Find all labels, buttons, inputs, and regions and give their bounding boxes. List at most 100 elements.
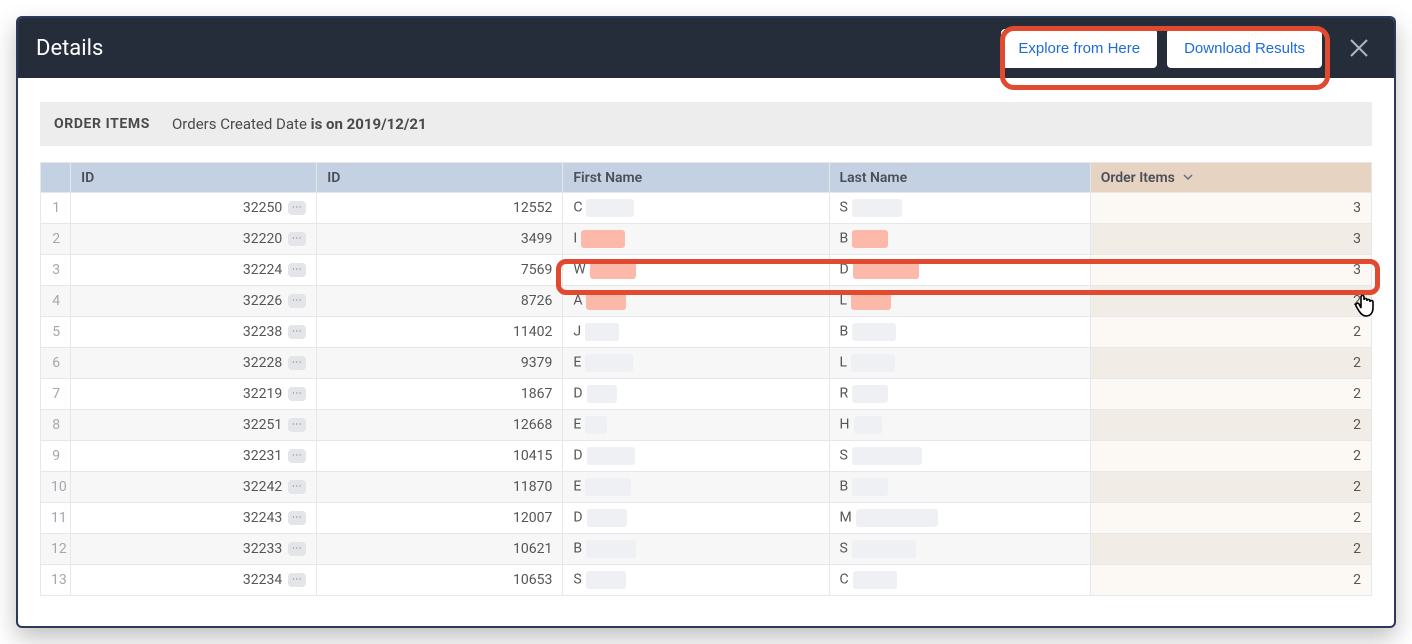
ellipsis-icon[interactable]: ⋯: [288, 418, 306, 432]
cell-last-name[interactable]: L: [829, 286, 1090, 317]
cell-id1[interactable]: 32238⋯: [71, 317, 317, 348]
cell-order-items[interactable]: 2: [1090, 441, 1371, 472]
cell-first-name[interactable]: S: [563, 565, 829, 596]
table-row[interactable]: 332224⋯7569WD3: [41, 255, 1372, 286]
ellipsis-icon[interactable]: ⋯: [288, 325, 306, 339]
col-last-name-header[interactable]: Last Name: [829, 163, 1090, 193]
cell-last-name[interactable]: S: [829, 534, 1090, 565]
ellipsis-icon[interactable]: ⋯: [288, 232, 306, 246]
ellipsis-icon[interactable]: ⋯: [288, 294, 306, 308]
cell-last-name[interactable]: L: [829, 348, 1090, 379]
cell-id2[interactable]: 12007: [317, 503, 563, 534]
cell-last-name[interactable]: M: [829, 503, 1090, 534]
ellipsis-icon[interactable]: ⋯: [288, 511, 306, 525]
cell-id1[interactable]: 32231⋯: [71, 441, 317, 472]
cell-id1[interactable]: 32220⋯: [71, 224, 317, 255]
cell-last-name[interactable]: H: [829, 410, 1090, 441]
cell-first-name[interactable]: C: [563, 193, 829, 224]
cell-order-items[interactable]: 2: [1090, 379, 1371, 410]
table-row[interactable]: 832251⋯12668EH2: [41, 410, 1372, 441]
cell-id2[interactable]: 12668: [317, 410, 563, 441]
cell-first-name[interactable]: I: [563, 224, 829, 255]
cell-id2[interactable]: 11870: [317, 472, 563, 503]
ellipsis-icon[interactable]: ⋯: [288, 449, 306, 463]
cell-last-name[interactable]: B: [829, 224, 1090, 255]
cell-id2[interactable]: 1867: [317, 379, 563, 410]
cell-order-items[interactable]: 3: [1090, 224, 1371, 255]
cell-first-name[interactable]: B: [563, 534, 829, 565]
cell-id2[interactable]: 10621: [317, 534, 563, 565]
cell-last-name[interactable]: S: [829, 193, 1090, 224]
ellipsis-icon[interactable]: ⋯: [288, 573, 306, 587]
cell-id1[interactable]: 32219⋯: [71, 379, 317, 410]
cell-id2[interactable]: 7569: [317, 255, 563, 286]
table-row[interactable]: 632228⋯9379EL2: [41, 348, 1372, 379]
ellipsis-icon[interactable]: ⋯: [288, 356, 306, 370]
cell-id2[interactable]: 12552: [317, 193, 563, 224]
cell-order-items[interactable]: 2: [1090, 286, 1371, 317]
table-row[interactable]: 1132243⋯12007DM2: [41, 503, 1372, 534]
cell-id1[interactable]: 32234⋯: [71, 565, 317, 596]
table-row[interactable]: 932231⋯10415DS2: [41, 441, 1372, 472]
cell-first-name[interactable]: E: [563, 472, 829, 503]
cell-order-items[interactable]: 2: [1090, 534, 1371, 565]
table-row[interactable]: 1032242⋯11870EB2: [41, 472, 1372, 503]
table-row[interactable]: 732219⋯1867DR2: [41, 379, 1372, 410]
table-row[interactable]: 1232233⋯10621BS2: [41, 534, 1372, 565]
ellipsis-icon[interactable]: ⋯: [288, 387, 306, 401]
row-number: 1: [41, 193, 71, 224]
cell-last-name[interactable]: B: [829, 317, 1090, 348]
col-id2-header[interactable]: ID: [317, 163, 563, 193]
explore-from-here-button[interactable]: Explore from Here: [1001, 29, 1157, 68]
cell-order-items[interactable]: 2: [1090, 317, 1371, 348]
table-row[interactable]: 132250⋯12552CS3: [41, 193, 1372, 224]
cell-order-items[interactable]: 3: [1090, 255, 1371, 286]
cell-order-items[interactable]: 2: [1090, 565, 1371, 596]
col-id1-header[interactable]: ID: [71, 163, 317, 193]
table-row[interactable]: 1332234⋯10653SC2: [41, 565, 1372, 596]
cell-id2[interactable]: 8726: [317, 286, 563, 317]
cell-order-items[interactable]: 2: [1090, 348, 1371, 379]
cell-id1[interactable]: 32251⋯: [71, 410, 317, 441]
cell-id2[interactable]: 10653: [317, 565, 563, 596]
ellipsis-icon[interactable]: ⋯: [288, 201, 306, 215]
cell-id2[interactable]: 10415: [317, 441, 563, 472]
cell-id1[interactable]: 32242⋯: [71, 472, 317, 503]
cell-first-name[interactable]: E: [563, 410, 829, 441]
cell-id2[interactable]: 3499: [317, 224, 563, 255]
cell-last-name[interactable]: B: [829, 472, 1090, 503]
cell-id1[interactable]: 32250⋯: [71, 193, 317, 224]
table-row[interactable]: 232220⋯3499IB3: [41, 224, 1372, 255]
cell-first-name[interactable]: D: [563, 503, 829, 534]
cell-id2[interactable]: 9379: [317, 348, 563, 379]
cell-id1[interactable]: 32228⋯: [71, 348, 317, 379]
cell-id1[interactable]: 32233⋯: [71, 534, 317, 565]
cell-order-items[interactable]: 2: [1090, 503, 1371, 534]
ellipsis-icon[interactable]: ⋯: [288, 480, 306, 494]
cell-last-name[interactable]: D: [829, 255, 1090, 286]
cell-first-name[interactable]: D: [563, 379, 829, 410]
cell-last-name[interactable]: C: [829, 565, 1090, 596]
ellipsis-icon[interactable]: ⋯: [288, 542, 306, 556]
cell-order-items[interactable]: 2: [1090, 410, 1371, 441]
cell-id2[interactable]: 11402: [317, 317, 563, 348]
col-first-name-header[interactable]: First Name: [563, 163, 829, 193]
cell-first-name[interactable]: D: [563, 441, 829, 472]
cell-id1[interactable]: 32224⋯: [71, 255, 317, 286]
cell-first-name[interactable]: W: [563, 255, 829, 286]
download-results-button[interactable]: Download Results: [1167, 29, 1322, 68]
cell-order-items[interactable]: 3: [1090, 193, 1371, 224]
close-button[interactable]: [1342, 31, 1376, 65]
cell-last-name[interactable]: S: [829, 441, 1090, 472]
cell-first-name[interactable]: E: [563, 348, 829, 379]
table-row[interactable]: 432226⋯8726AL2: [41, 286, 1372, 317]
cell-id1[interactable]: 32226⋯: [71, 286, 317, 317]
ellipsis-icon[interactable]: ⋯: [288, 263, 306, 277]
cell-order-items[interactable]: 2: [1090, 472, 1371, 503]
col-order-items-header[interactable]: Order Items: [1090, 163, 1371, 193]
cell-id1[interactable]: 32243⋯: [71, 503, 317, 534]
table-row[interactable]: 532238⋯11402JB2: [41, 317, 1372, 348]
cell-first-name[interactable]: J: [563, 317, 829, 348]
cell-last-name[interactable]: R: [829, 379, 1090, 410]
cell-first-name[interactable]: A: [563, 286, 829, 317]
